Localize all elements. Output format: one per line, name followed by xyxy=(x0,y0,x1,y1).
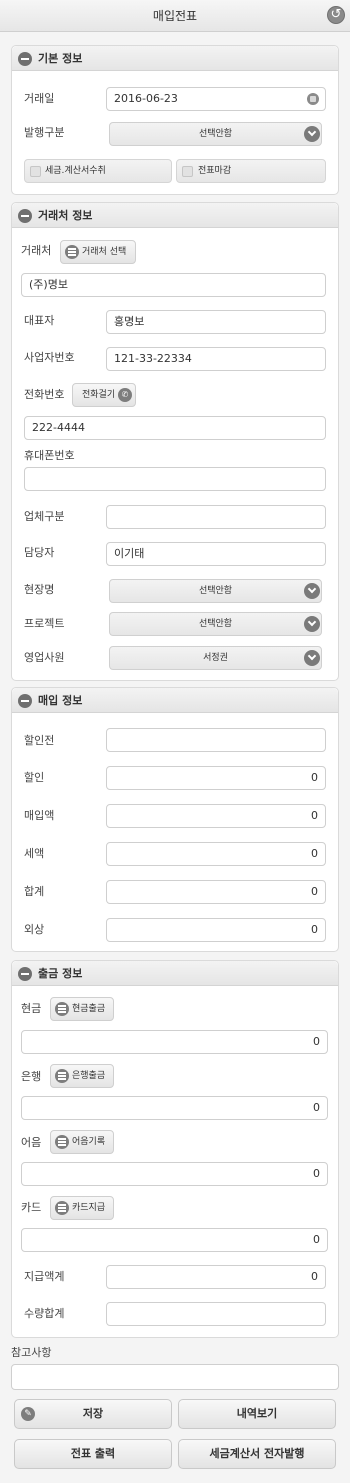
page-title: 매입전표 xyxy=(152,9,198,23)
voucher-close-label: 전표마감 xyxy=(198,166,232,176)
bank-field[interactable]: 0 xyxy=(21,1096,328,1120)
select-partner-label: 거래처 선택 xyxy=(82,247,127,257)
biztype-field[interactable] xyxy=(106,505,326,529)
section-title: 출금 정보 xyxy=(38,967,83,980)
e-tax-invoice-button[interactable]: 세금계산서 전자발행 xyxy=(178,1439,336,1469)
note-label: 어음 xyxy=(21,1136,42,1149)
print-voucher-label: 전표 출력 xyxy=(70,1447,116,1460)
discount-field[interactable]: 0 xyxy=(106,766,326,790)
tax-invoice-label: 세금.계산서수취 xyxy=(45,166,106,176)
checkbox-icon[interactable] xyxy=(182,166,193,177)
cash-withdraw-label: 현금출금 xyxy=(72,1004,106,1014)
chevron-down-icon[interactable] xyxy=(304,126,320,142)
menu-icon xyxy=(55,1135,69,1149)
back-icon[interactable]: ↺ xyxy=(327,6,345,24)
sales-rep-label: 영업사원 xyxy=(24,651,65,664)
manager-label: 담당자 xyxy=(24,546,55,559)
note-record-label: 어음기록 xyxy=(72,1137,106,1147)
purchase-amount-label: 매입액 xyxy=(24,809,55,822)
ceo-label: 대표자 xyxy=(24,314,55,327)
section-title: 기본 정보 xyxy=(38,52,83,65)
note-field[interactable]: 0 xyxy=(21,1162,328,1186)
save-button-label: 저장 xyxy=(82,1407,104,1420)
card-pay-label: 카드지급 xyxy=(72,1203,106,1213)
save-button[interactable]: ✎ 저장 xyxy=(14,1399,172,1429)
chevron-down-icon[interactable] xyxy=(304,583,320,599)
payment-total-label: 지급액계 xyxy=(24,1270,65,1283)
discount-label: 할인 xyxy=(24,771,45,784)
checkbox-icon[interactable] xyxy=(30,166,41,177)
menu-icon xyxy=(55,1002,69,1016)
manager-field[interactable]: 이기태 xyxy=(106,542,326,566)
payment-total-field[interactable]: 0 xyxy=(106,1265,326,1289)
ceo-field[interactable]: 홍명보 xyxy=(106,310,326,334)
credit-label: 외상 xyxy=(24,923,45,936)
collapse-icon[interactable] xyxy=(18,967,32,981)
cash-label: 현금 xyxy=(21,1002,42,1015)
cash-field[interactable]: 0 xyxy=(21,1030,328,1054)
print-voucher-button[interactable]: 전표 출력 xyxy=(14,1439,172,1469)
collapse-icon[interactable] xyxy=(18,694,32,708)
collapse-icon[interactable] xyxy=(18,52,32,66)
quantity-total-label: 수량합계 xyxy=(24,1307,65,1320)
chevron-down-icon[interactable] xyxy=(304,616,320,632)
bizno-field[interactable]: 121-33-22334 xyxy=(106,347,326,371)
credit-field[interactable]: 0 xyxy=(106,918,326,942)
calendar-icon[interactable] xyxy=(307,93,319,105)
phone-icon: ✆ xyxy=(118,388,132,402)
site-label: 현장명 xyxy=(24,583,55,596)
date-field[interactable]: 2016-06-23 xyxy=(106,87,326,111)
card-label: 카드 xyxy=(21,1201,42,1214)
biztype-label: 업체구분 xyxy=(24,510,65,523)
project-select[interactable]: 선택안함 xyxy=(109,612,322,636)
remarks-field[interactable] xyxy=(11,1364,339,1390)
call-button-label: 전화걸기 xyxy=(82,390,116,400)
chevron-down-icon[interactable] xyxy=(304,650,320,666)
issue-type-label: 발행구분 xyxy=(24,126,65,139)
view-history-label: 내역보기 xyxy=(236,1407,278,1420)
tax-field[interactable]: 0 xyxy=(106,842,326,866)
menu-icon xyxy=(65,245,79,259)
menu-icon xyxy=(55,1069,69,1083)
total-label: 합계 xyxy=(24,885,45,898)
bank-withdraw-label: 은행출금 xyxy=(72,1071,106,1081)
before-discount-field[interactable] xyxy=(106,728,326,752)
site-select[interactable]: 선택안함 xyxy=(109,579,322,603)
menu-icon xyxy=(55,1201,69,1215)
tax-label: 세액 xyxy=(24,847,45,860)
section-title: 매입 정보 xyxy=(38,694,83,707)
issue-type-select[interactable]: 선택안함 xyxy=(109,122,322,146)
purchase-amount-field[interactable]: 0 xyxy=(106,804,326,828)
card-field[interactable]: 0 xyxy=(21,1228,328,1252)
phone-label: 전화번호 xyxy=(24,388,65,401)
mobile-label: 휴대폰번호 xyxy=(24,449,75,462)
date-label: 거래일 xyxy=(24,92,55,105)
quantity-total-field[interactable] xyxy=(106,1302,326,1326)
collapse-icon[interactable] xyxy=(18,209,32,223)
total-field[interactable]: 0 xyxy=(106,880,326,904)
remarks-label: 참고사항 xyxy=(11,1346,52,1359)
phone-field[interactable]: 222-4444 xyxy=(24,416,326,440)
project-label: 프로젝트 xyxy=(24,617,65,630)
bank-label: 은행 xyxy=(21,1070,42,1083)
partner-label: 거래처 xyxy=(21,244,52,257)
view-history-button[interactable]: 내역보기 xyxy=(178,1399,336,1429)
bizno-label: 사업자번호 xyxy=(24,351,75,364)
partner-name-field[interactable]: (주)명보 xyxy=(21,273,326,297)
sales-rep-select[interactable]: 서정권 xyxy=(109,646,322,670)
mobile-field[interactable] xyxy=(24,467,326,491)
section-title: 거래처 정보 xyxy=(38,209,93,222)
before-discount-label: 할인전 xyxy=(24,734,55,747)
e-tax-invoice-label: 세금계산서 전자발행 xyxy=(209,1447,305,1460)
